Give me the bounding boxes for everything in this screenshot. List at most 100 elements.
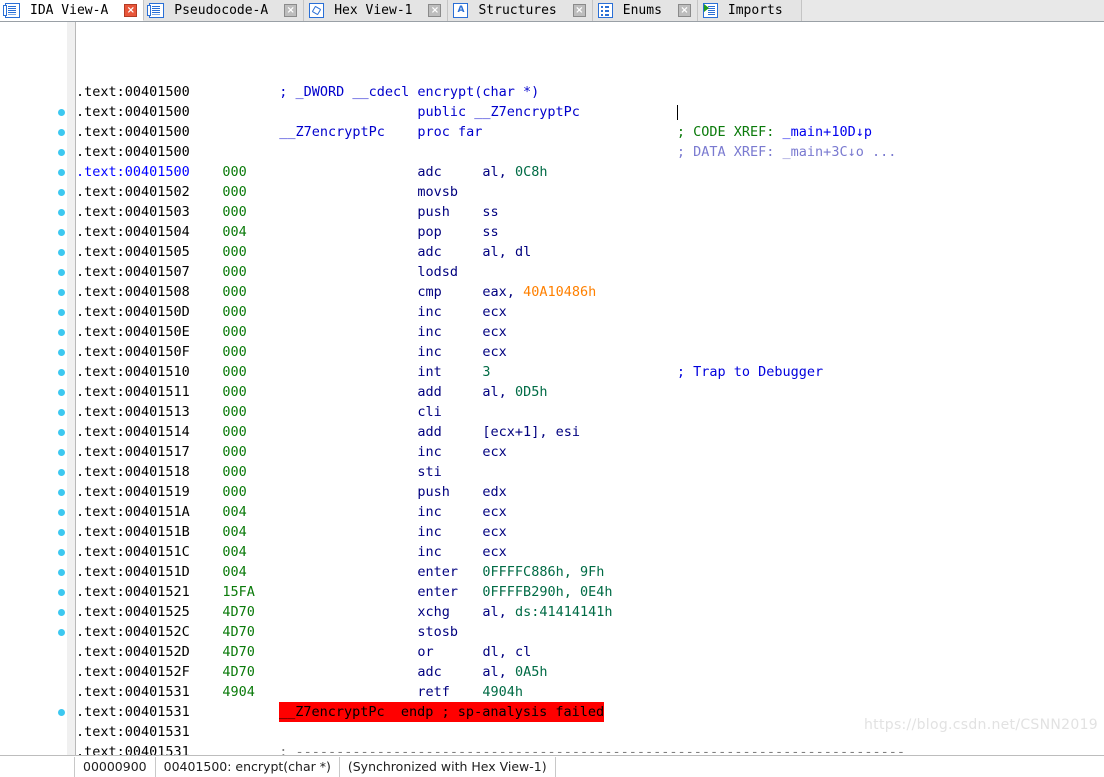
breakpoint-dot[interactable]	[58, 209, 65, 216]
mnemonic: xchg	[417, 604, 450, 620]
close-icon[interactable]: ×	[428, 4, 442, 17]
stack-offset: 000	[222, 184, 247, 200]
operand-1: ss	[482, 204, 499, 220]
separator-line: .text:00401531 ; -----------------------…	[76, 742, 1104, 755]
instruction-line: .text:0040150F 000 inc ecx	[76, 342, 1104, 362]
line-address: .text:00401517	[76, 444, 190, 460]
close-icon[interactable]: ×	[572, 4, 586, 17]
operand-1: al,	[482, 604, 507, 620]
breakpoint-dot[interactable]	[58, 129, 65, 136]
breakpoint-dot[interactable]	[58, 249, 65, 256]
breakpoint-dot[interactable]	[58, 329, 65, 336]
instruction-line: .text:0040151C 004 inc ecx	[76, 542, 1104, 562]
stack-offset: 000	[222, 324, 247, 340]
breakpoint-gutter[interactable]	[0, 22, 76, 755]
instruction-line: .text:00401502 000 movsb	[76, 182, 1104, 202]
proc-directive: proc far	[417, 124, 483, 140]
operand-1: eax,	[482, 284, 515, 300]
mnemonic: adc	[417, 244, 442, 260]
line-address: .text:00401503	[76, 204, 190, 220]
instruction-comment: ; Trap to Debugger	[676, 364, 824, 380]
breakpoint-dot[interactable]	[58, 549, 65, 556]
status-bar: 00000900 00401500: encrypt(char *) (Sync…	[0, 755, 1104, 777]
breakpoint-dot[interactable]	[58, 509, 65, 516]
breakpoint-dot[interactable]	[58, 529, 65, 536]
tab-ida-view-a[interactable]: IDA View-A ×	[0, 0, 145, 21]
breakpoint-dot[interactable]	[58, 349, 65, 356]
breakpoint-dot[interactable]	[58, 369, 65, 376]
line-address: .text:00401521	[76, 584, 190, 600]
operand-1: ecx	[482, 544, 507, 560]
mnemonic: enter	[417, 564, 459, 580]
mnemonic: inc	[417, 544, 442, 560]
tab-imports[interactable]: Imports×	[697, 0, 802, 21]
breakpoint-dot[interactable]	[58, 629, 65, 636]
breakpoint-dot[interactable]	[58, 389, 65, 396]
breakpoint-dot[interactable]	[58, 409, 65, 416]
line-address: .text:00401507	[76, 264, 190, 280]
close-icon[interactable]: ×	[677, 4, 691, 17]
breakpoint-dot[interactable]	[58, 469, 65, 476]
breakpoint-dot[interactable]	[58, 169, 65, 176]
stack-offset: 004	[222, 224, 247, 240]
xref-label: ; DATA XREF:	[676, 144, 783, 160]
line-address: .text:00401511	[76, 384, 190, 400]
line-address: .text:00401500	[76, 124, 190, 140]
tab-enums[interactable]: Enums ×	[592, 0, 698, 21]
instruction-line: .text:00401508 000 cmp eax, 40A10486h	[76, 282, 1104, 302]
operand-1: al,	[482, 384, 507, 400]
breakpoint-dot[interactable]	[58, 449, 65, 456]
stack-offset: 000	[222, 304, 247, 320]
close-icon[interactable]: ×	[284, 4, 298, 17]
tab-label: Hex View-1	[334, 3, 413, 18]
instruction-line: .text:0040152C 4D70 stosb	[76, 622, 1104, 642]
operand-2: 0C8h	[514, 164, 548, 180]
disassembly-text-area[interactable]: .text:00401500 ; _DWORD __cdecl encrypt(…	[76, 22, 1104, 755]
operand-1: al,	[482, 164, 507, 180]
instruction-line: .text:00401503 000 push ss	[76, 202, 1104, 222]
stack-offset: 000	[222, 444, 247, 460]
breakpoint-dot[interactable]	[58, 269, 65, 276]
close-icon[interactable]: ×	[124, 3, 138, 17]
mnemonic: cmp	[417, 284, 442, 300]
tab-structures[interactable]: A Structures ×	[448, 0, 593, 21]
tab-pseudocode-a[interactable]: Pseudocode-A ×	[144, 0, 305, 21]
breakpoint-dot[interactable]	[58, 489, 65, 496]
breakpoint-dot[interactable]	[58, 149, 65, 156]
mnemonic: inc	[417, 444, 442, 460]
mnemonic: add	[417, 424, 442, 440]
tab-label: Imports	[727, 3, 783, 18]
line-address: .text:0040151D	[76, 564, 190, 580]
line-address: .text:00401531	[76, 684, 190, 700]
breakpoint-dot[interactable]	[58, 429, 65, 436]
tab-hex-view-1[interactable]: Hex View-1 ×	[304, 0, 449, 21]
breakpoint-dot[interactable]	[58, 189, 65, 196]
breakpoint-dot[interactable]	[58, 609, 65, 616]
line-address: .text:00401510	[76, 364, 190, 380]
header-line: .text:00401500 public __Z7encryptPc	[76, 102, 1104, 122]
mnemonic: retf	[417, 684, 450, 700]
breakpoint-dot[interactable]	[58, 309, 65, 316]
breakpoint-dot[interactable]	[58, 569, 65, 576]
stack-offset: 000	[222, 364, 247, 380]
instruction-line: .text:00401531 4904 retf 4904h	[76, 682, 1104, 702]
stack-offset: 4D70	[222, 604, 255, 620]
mnemonic: pop	[417, 224, 442, 240]
function-label: __Z7encryptPc	[279, 124, 385, 140]
line-address: .text:00401518	[76, 464, 190, 480]
breakpoint-dot[interactable]	[58, 709, 65, 716]
breakpoint-dot[interactable]	[58, 229, 65, 236]
line-address: .text:00401500	[76, 164, 190, 180]
mnemonic: int	[417, 364, 442, 380]
breakpoint-dot[interactable]	[58, 109, 65, 116]
breakpoint-dot[interactable]	[58, 289, 65, 296]
mnemonic: sti	[417, 464, 442, 480]
breakpoint-dot[interactable]	[58, 589, 65, 596]
operand-1: edx	[482, 484, 507, 500]
mnemonic: inc	[417, 344, 442, 360]
status-offset: 00000900	[74, 756, 156, 777]
stack-offset: 15FA	[222, 584, 255, 600]
line-address: .text:0040150E	[76, 324, 190, 340]
ida-main-window: IDA View-A × Pseudocode-A × Hex View-1 × A Stru…	[0, 0, 1104, 777]
stack-offset: 4D70	[222, 644, 255, 660]
